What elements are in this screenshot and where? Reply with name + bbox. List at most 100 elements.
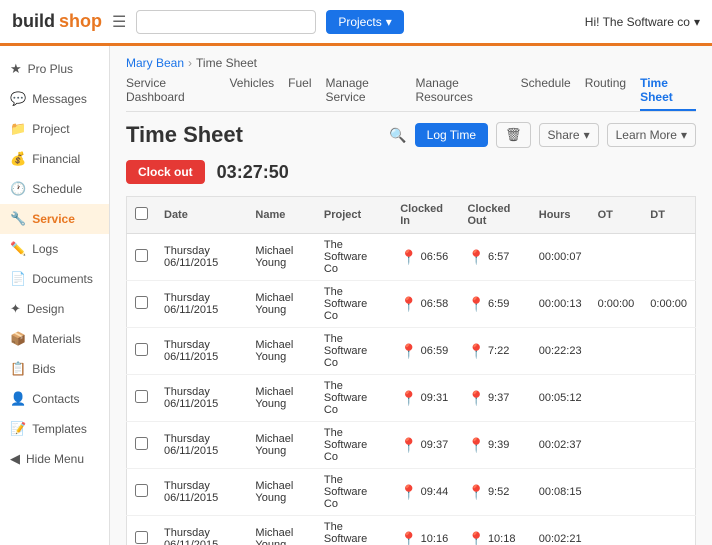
top-nav: buildshop ☰ Projects ▾ Hi! The Software … (0, 0, 712, 46)
clocked-in-value: 06:59 (421, 345, 449, 357)
logo-shop: shop (59, 11, 102, 32)
clock-in-icon: 📍 (400, 437, 417, 454)
cell-clocked-out-3: 📍9:37 (460, 375, 531, 422)
cell-clocked-out-1: 📍6:59 (460, 281, 531, 328)
clocked-in-value: 09:37 (421, 439, 449, 451)
subnav-manage-resources[interactable]: Manage Resources (415, 76, 506, 111)
cell-dt-6 (642, 516, 695, 545)
subnav-service-dashboard[interactable]: Service Dashboard (126, 76, 215, 111)
clock-in-icon: 📍 (400, 531, 417, 545)
cell-name-6: Michael Young (247, 516, 315, 545)
sidebar-item-hide-menu[interactable]: ◀ Hide Menu (0, 444, 109, 474)
sidebar-item-pro-plus[interactable]: ★ Pro Plus (0, 54, 109, 84)
clocked-out-value: 9:37 (488, 392, 509, 404)
subnav-vehicles[interactable]: Vehicles (229, 76, 274, 111)
delete-button[interactable]: 🗑 (496, 122, 531, 148)
cell-project-5: The Software Co (316, 469, 392, 516)
sidebar-item-financial[interactable]: 💰 Financial (0, 144, 109, 174)
col-header-1: Date (156, 197, 247, 234)
cell-clocked-in-5: 📍09:44 (392, 469, 459, 516)
sidebar-item-contacts[interactable]: 👤 Contacts (0, 384, 109, 414)
clock-out-icon: 📍 (468, 249, 485, 266)
cell-clocked-out-2: 📍7:22 (460, 328, 531, 375)
subnav-time-sheet[interactable]: Time Sheet (640, 76, 696, 111)
cell-ot-6 (590, 516, 643, 545)
breadcrumb-separator: › (188, 56, 192, 70)
project-icon: 📁 (10, 121, 26, 137)
row-checkbox-1[interactable] (135, 296, 148, 309)
breadcrumb-parent[interactable]: Mary Bean (126, 56, 184, 70)
user-label: Hi! The Software co (585, 15, 690, 29)
sidebar-label-hide-menu: Hide Menu (26, 452, 84, 466)
subnav-manage-service[interactable]: Manage Service (325, 76, 401, 111)
clocked-out-value: 10:18 (488, 533, 516, 545)
row-checkbox-2[interactable] (135, 343, 148, 356)
cell-clocked-in-1: 📍06:58 (392, 281, 459, 328)
col-header-4: Clocked In (392, 197, 459, 234)
clock-out-button[interactable]: Clock out (126, 160, 205, 184)
share-button[interactable]: Share ▾ (539, 123, 599, 147)
sidebar-item-messages[interactable]: 💬 Messages (0, 84, 109, 114)
design-icon: ✦ (10, 301, 21, 317)
clock-out-icon: 📍 (468, 343, 485, 360)
row-checkbox-3[interactable] (135, 390, 148, 403)
row-checkbox-4[interactable] (135, 437, 148, 450)
col-header-7: OT (590, 197, 643, 234)
cell-project-4: The Software Co (316, 422, 392, 469)
clocked-out-value: 9:39 (488, 439, 509, 451)
projects-button[interactable]: Projects ▾ (326, 10, 403, 34)
documents-icon: 📄 (10, 271, 26, 287)
cell-project-2: The Software Co (316, 328, 392, 375)
clocked-out-value: 6:57 (488, 251, 509, 263)
clocked-in-value: 06:58 (421, 298, 449, 310)
subnav-routing[interactable]: Routing (585, 76, 626, 111)
hamburger-button[interactable]: ☰ (112, 12, 126, 32)
search-button[interactable]: 🔍 (389, 127, 406, 144)
cell-date-2: Thursday 06/11/2015 (156, 328, 247, 375)
sidebar-item-design[interactable]: ✦ Design (0, 294, 109, 324)
share-chevron-icon: ▾ (584, 128, 590, 142)
select-all-checkbox[interactable] (135, 207, 148, 220)
sidebar-label-service: Service (32, 212, 75, 226)
cell-clocked-out-5: 📍9:52 (460, 469, 531, 516)
search-input[interactable] (136, 10, 316, 34)
col-header-8: DT (642, 197, 695, 234)
sidebar-item-service[interactable]: 🔧 Service (0, 204, 109, 234)
row-checkbox-5[interactable] (135, 484, 148, 497)
layout: ★ Pro Plus💬 Messages📁 Project💰 Financial… (0, 46, 712, 545)
contacts-icon: 👤 (10, 391, 26, 407)
sidebar-item-project[interactable]: 📁 Project (0, 114, 109, 144)
cell-clocked-in-6: 📍10:16 (392, 516, 459, 545)
pro-plus-icon: ★ (10, 61, 22, 77)
cell-dt-3 (642, 375, 695, 422)
clocked-in-value: 06:56 (421, 251, 449, 263)
log-time-button[interactable]: Log Time (415, 123, 488, 147)
breadcrumb: Mary Bean › Time Sheet (126, 56, 696, 70)
sidebar-item-templates[interactable]: 📝 Templates (0, 414, 109, 444)
sidebar-item-schedule[interactable]: 🕐 Schedule (0, 174, 109, 204)
row-checkbox-0[interactable] (135, 249, 148, 262)
sidebar-label-messages: Messages (32, 92, 87, 106)
sidebar-item-bids[interactable]: 📋 Bids (0, 354, 109, 384)
sidebar-item-logs[interactable]: ✏️ Logs (0, 234, 109, 264)
cell-dt-2 (642, 328, 695, 375)
sidebar-item-materials[interactable]: 📦 Materials (0, 324, 109, 354)
schedule-icon: 🕐 (10, 181, 26, 197)
sidebar-item-documents[interactable]: 📄 Documents (0, 264, 109, 294)
clock-out-icon: 📍 (468, 296, 485, 313)
row-checkbox-6[interactable] (135, 531, 148, 544)
projects-label: Projects (338, 15, 381, 29)
sidebar-label-schedule: Schedule (32, 182, 82, 196)
learn-more-button[interactable]: Learn More ▾ (607, 123, 696, 147)
subnav-fuel[interactable]: Fuel (288, 76, 311, 111)
cell-date-6: Thursday 06/11/2015 (156, 516, 247, 545)
cell-hours-2: 00:22:23 (531, 328, 590, 375)
sidebar-label-documents: Documents (32, 272, 93, 286)
cell-name-2: Michael Young (247, 328, 315, 375)
clock-in-icon: 📍 (400, 484, 417, 501)
sidebar-label-bids: Bids (32, 362, 55, 376)
cell-project-0: The Software Co (316, 234, 392, 281)
table-row: Thursday 06/11/2015Michael YoungThe Soft… (127, 516, 696, 545)
sidebar-label-pro-plus: Pro Plus (28, 62, 73, 76)
subnav-schedule[interactable]: Schedule (521, 76, 571, 111)
